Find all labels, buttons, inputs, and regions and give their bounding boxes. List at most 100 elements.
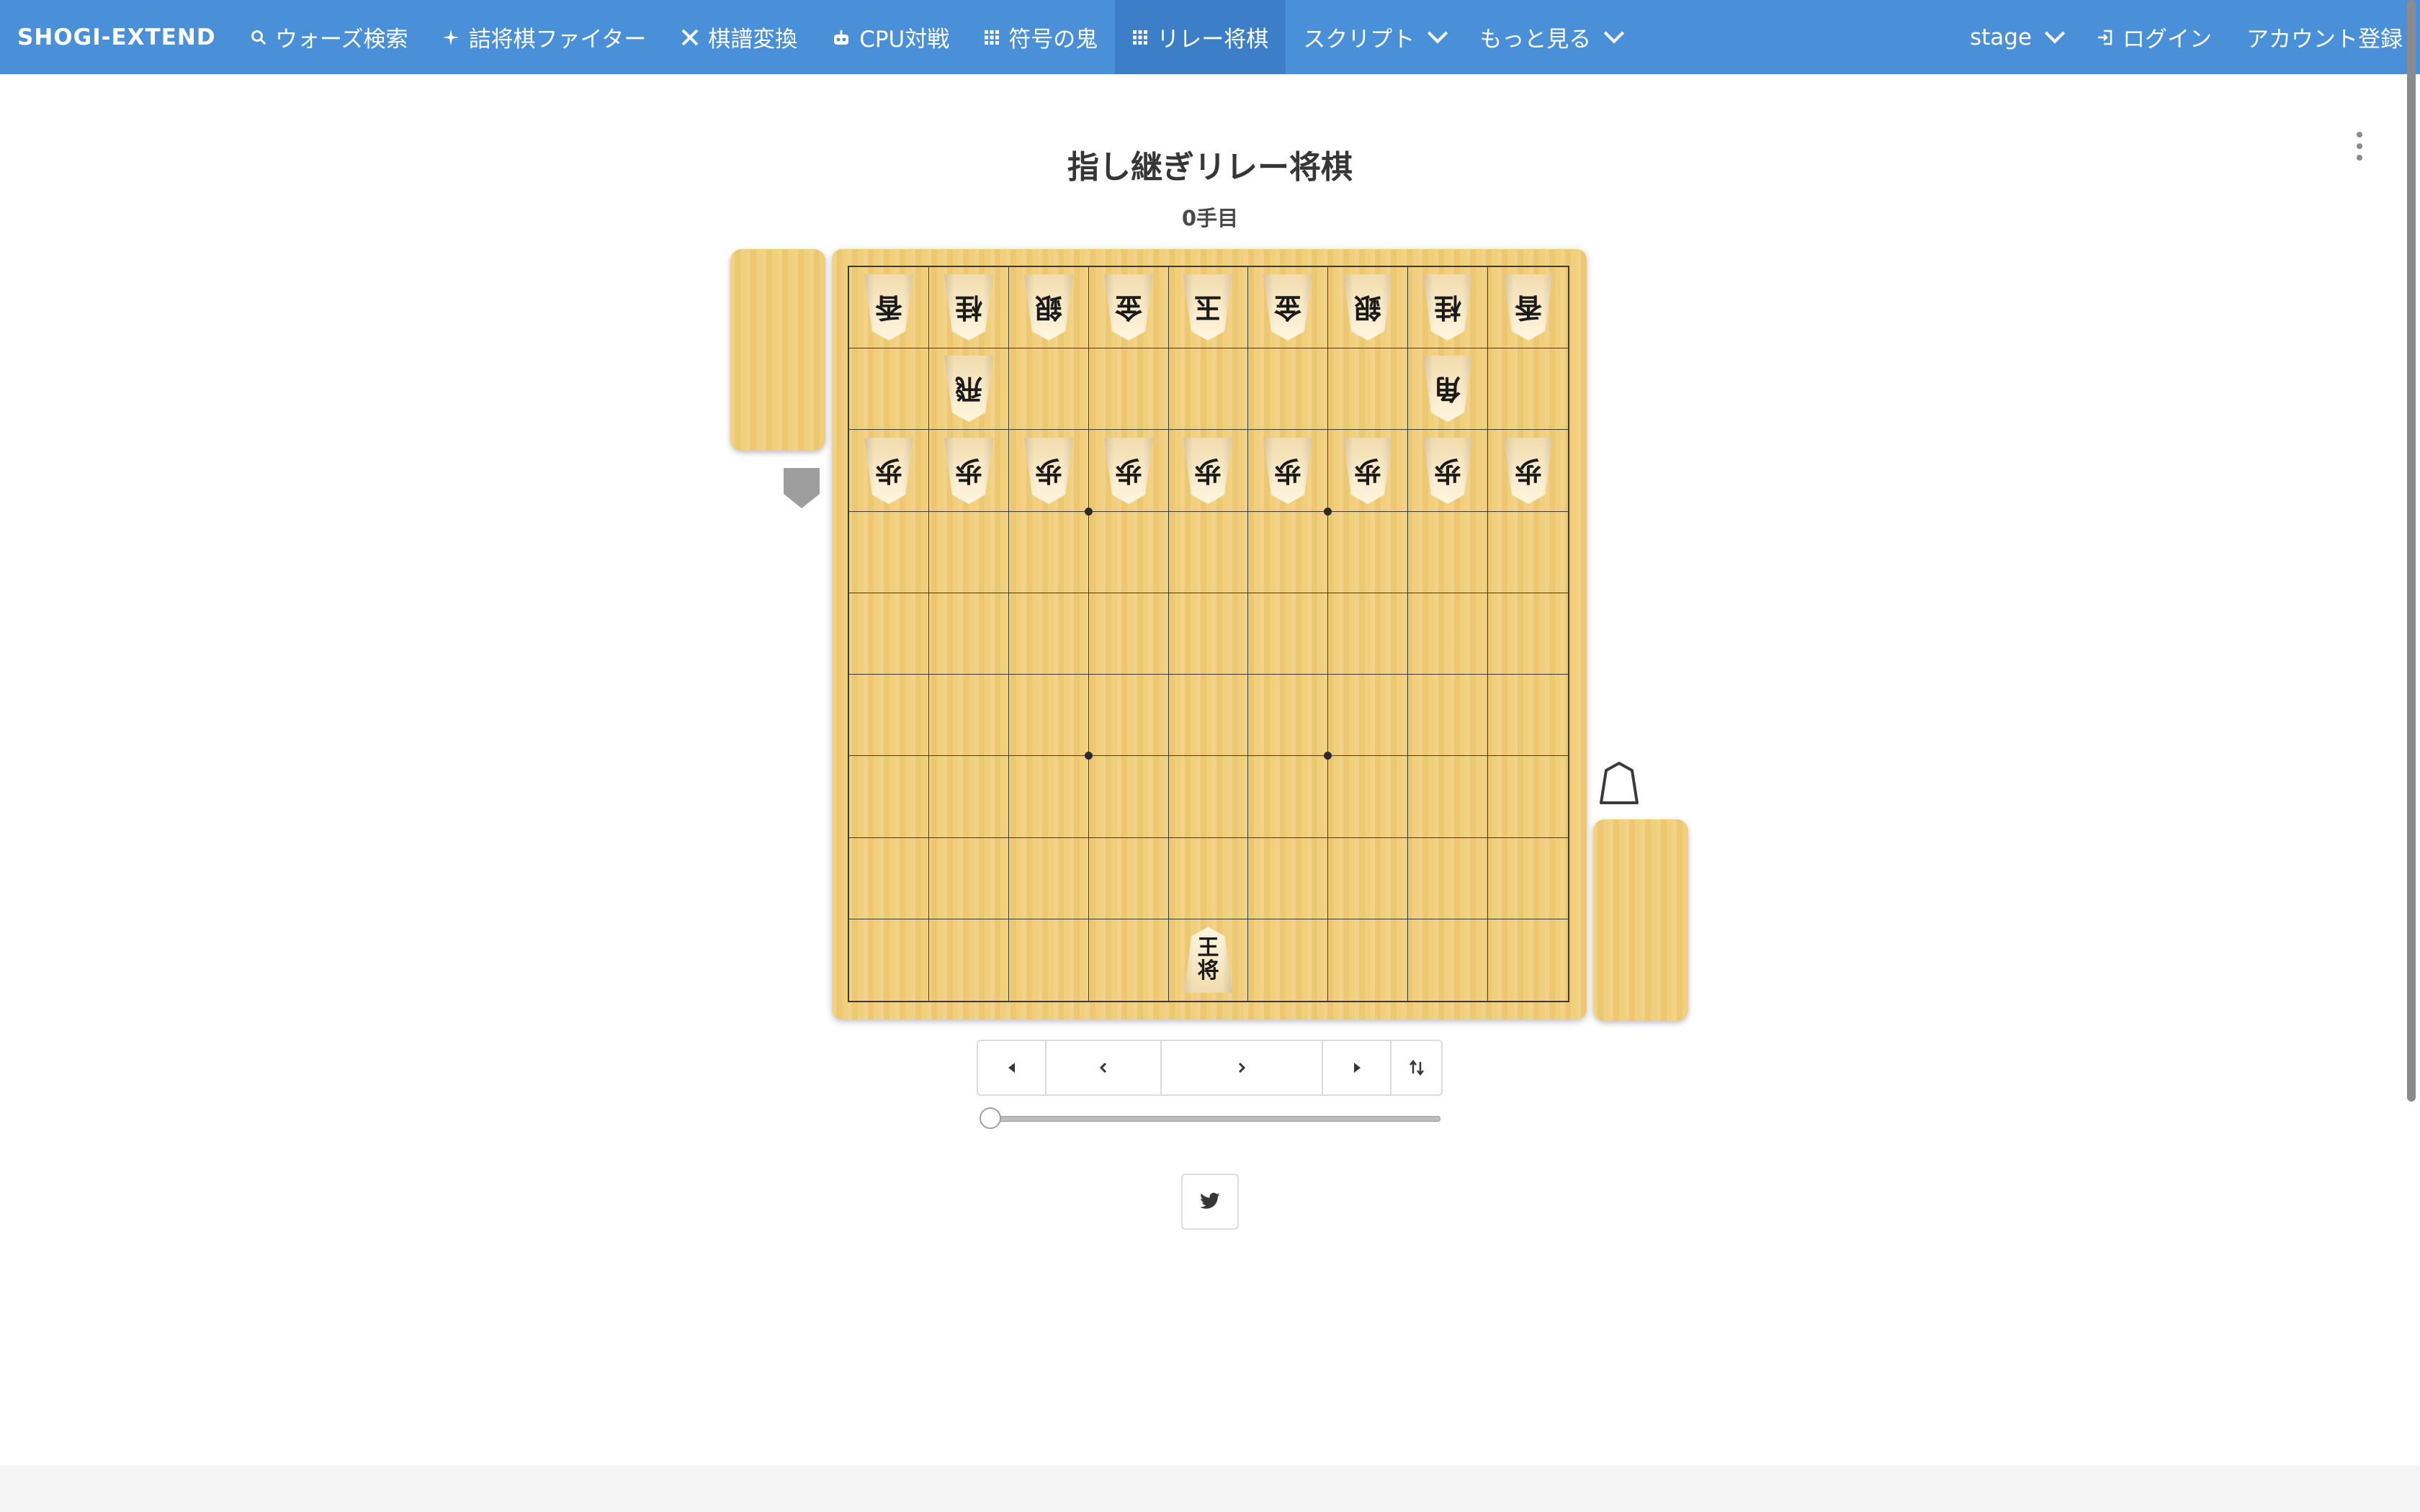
board-square[interactable] — [1408, 837, 1489, 919]
board-square[interactable] — [849, 675, 929, 757]
board-square[interactable] — [928, 511, 1009, 593]
nav-item-wars-search[interactable]: ウォーズ検索 — [233, 0, 425, 74]
board-square[interactable]: 桂 — [1408, 267, 1489, 349]
board-square[interactable] — [1488, 593, 1568, 675]
board-square[interactable] — [1488, 838, 1568, 919]
board-square[interactable] — [1488, 512, 1568, 593]
board-square[interactable] — [1408, 593, 1489, 675]
board-square[interactable]: 歩 — [1008, 430, 1089, 512]
board-square[interactable] — [849, 919, 929, 1001]
board-square[interactable] — [849, 348, 929, 431]
gote-piece[interactable]: 玉 — [1183, 274, 1232, 341]
board-square[interactable] — [1168, 348, 1249, 431]
board-square[interactable] — [1008, 756, 1089, 838]
board-square[interactable] — [1248, 511, 1329, 593]
board-square[interactable] — [928, 675, 1009, 757]
board-square[interactable]: 歩 — [1168, 430, 1249, 512]
board-square[interactable]: 飛 — [928, 348, 1009, 431]
gote-piece[interactable]: 香 — [864, 274, 913, 341]
board-square[interactable] — [1248, 756, 1329, 838]
flip-board-button[interactable] — [1392, 1041, 1441, 1094]
board-square[interactable] — [1488, 675, 1568, 757]
nav-item-script-dropdown[interactable]: スクリプト — [1286, 0, 1462, 74]
gote-piece[interactable]: 歩 — [1183, 438, 1232, 504]
board-square[interactable] — [849, 837, 929, 919]
env-dropdown[interactable]: stage — [1953, 0, 2079, 74]
board-square[interactable] — [1324, 507, 1409, 593]
gote-piece[interactable]: 金 — [1104, 274, 1153, 341]
board-square[interactable] — [1408, 511, 1489, 593]
gote-piece[interactable]: 香 — [1504, 274, 1553, 341]
nav-item-more-dropdown[interactable]: もっと見る — [1462, 0, 1639, 74]
board-square[interactable] — [1248, 919, 1329, 1001]
last-move-button[interactable] — [1323, 1041, 1392, 1094]
nav-item-relay-shogi[interactable]: リレー将棋 — [1115, 0, 1286, 74]
board-square[interactable] — [1008, 837, 1089, 919]
board-square[interactable] — [1488, 756, 1568, 838]
gote-piece[interactable]: 飛 — [944, 356, 993, 422]
board-square[interactable] — [1328, 919, 1409, 1001]
login-link[interactable]: ログイン — [2079, 0, 2229, 74]
gote-piece[interactable]: 歩 — [864, 438, 913, 504]
page-scrollbar[interactable] — [2407, 0, 2416, 1102]
sente-piece[interactable]: 王将 — [1183, 927, 1233, 994]
gote-piece[interactable]: 金 — [1263, 274, 1312, 341]
gote-piece[interactable]: 歩 — [944, 438, 993, 504]
board-square[interactable]: 歩 — [1248, 430, 1329, 512]
board-square[interactable] — [1008, 511, 1089, 593]
board-square[interactable]: 銀 — [1008, 267, 1089, 349]
gote-piece[interactable]: 角 — [1423, 356, 1472, 422]
board-square[interactable] — [1088, 675, 1169, 757]
board-square[interactable]: 金 — [1248, 267, 1329, 349]
gote-piece[interactable]: 歩 — [1263, 438, 1312, 504]
prev-move-button[interactable] — [1047, 1041, 1162, 1094]
board-square[interactable]: 銀 — [1328, 267, 1409, 349]
board-square[interactable] — [1088, 837, 1169, 919]
board-square[interactable] — [1168, 756, 1249, 838]
sente-piece-stand[interactable] — [1593, 819, 1688, 1021]
board-square[interactable]: 歩 — [849, 430, 929, 512]
board-square[interactable]: 王将 — [1169, 919, 1249, 1001]
board-square[interactable] — [1328, 348, 1409, 431]
board-square[interactable]: 歩 — [1408, 430, 1489, 512]
brand-logo[interactable]: SHOGI-EXTEND — [0, 24, 233, 50]
board-square[interactable] — [1088, 348, 1169, 431]
board-square[interactable] — [1084, 507, 1169, 593]
gote-piece[interactable]: 桂 — [1423, 274, 1472, 341]
board-square[interactable] — [928, 756, 1009, 838]
board-square[interactable]: 玉 — [1168, 267, 1249, 349]
nav-item-cpu-battle[interactable]: CPU対戦 — [815, 0, 967, 74]
board-square[interactable] — [1088, 593, 1169, 675]
board-square[interactable] — [1168, 675, 1249, 757]
board-square[interactable]: 角 — [1408, 348, 1489, 431]
signup-link[interactable]: アカウント登録 — [2229, 0, 2420, 74]
gote-piece[interactable]: 歩 — [1104, 438, 1153, 504]
gote-piece[interactable]: 桂 — [944, 274, 993, 341]
nav-item-kifu-convert[interactable]: 棋譜変換 — [663, 0, 815, 74]
board-square[interactable] — [928, 837, 1009, 919]
board-square[interactable] — [1408, 756, 1489, 838]
board-square[interactable]: 金 — [1088, 267, 1169, 349]
gote-piece[interactable]: 歩 — [1504, 438, 1553, 504]
board-square[interactable] — [1328, 593, 1409, 675]
first-move-button[interactable] — [978, 1041, 1047, 1094]
board-square[interactable]: 歩 — [1328, 430, 1409, 512]
board-square[interactable]: 香 — [849, 267, 929, 349]
board-square[interactable] — [928, 593, 1009, 675]
move-slider-thumb[interactable] — [980, 1107, 1001, 1129]
board-square[interactable]: 歩 — [928, 430, 1009, 512]
gote-piece[interactable]: 銀 — [1024, 274, 1073, 341]
board-square[interactable] — [1089, 919, 1169, 1001]
board-square[interactable] — [1328, 675, 1409, 757]
board-square[interactable] — [849, 756, 929, 838]
board-square[interactable]: 歩 — [1488, 430, 1568, 512]
board-square[interactable] — [1008, 675, 1089, 757]
board-square[interactable] — [1168, 511, 1249, 593]
move-slider-track[interactable] — [988, 1116, 1440, 1122]
gote-piece[interactable]: 歩 — [1343, 438, 1392, 504]
gote-piece-stand[interactable] — [730, 249, 825, 451]
board-square[interactable] — [1009, 919, 1089, 1001]
board-square[interactable] — [1248, 675, 1329, 757]
board-square[interactable] — [1168, 593, 1249, 675]
board-square[interactable] — [1008, 348, 1089, 431]
